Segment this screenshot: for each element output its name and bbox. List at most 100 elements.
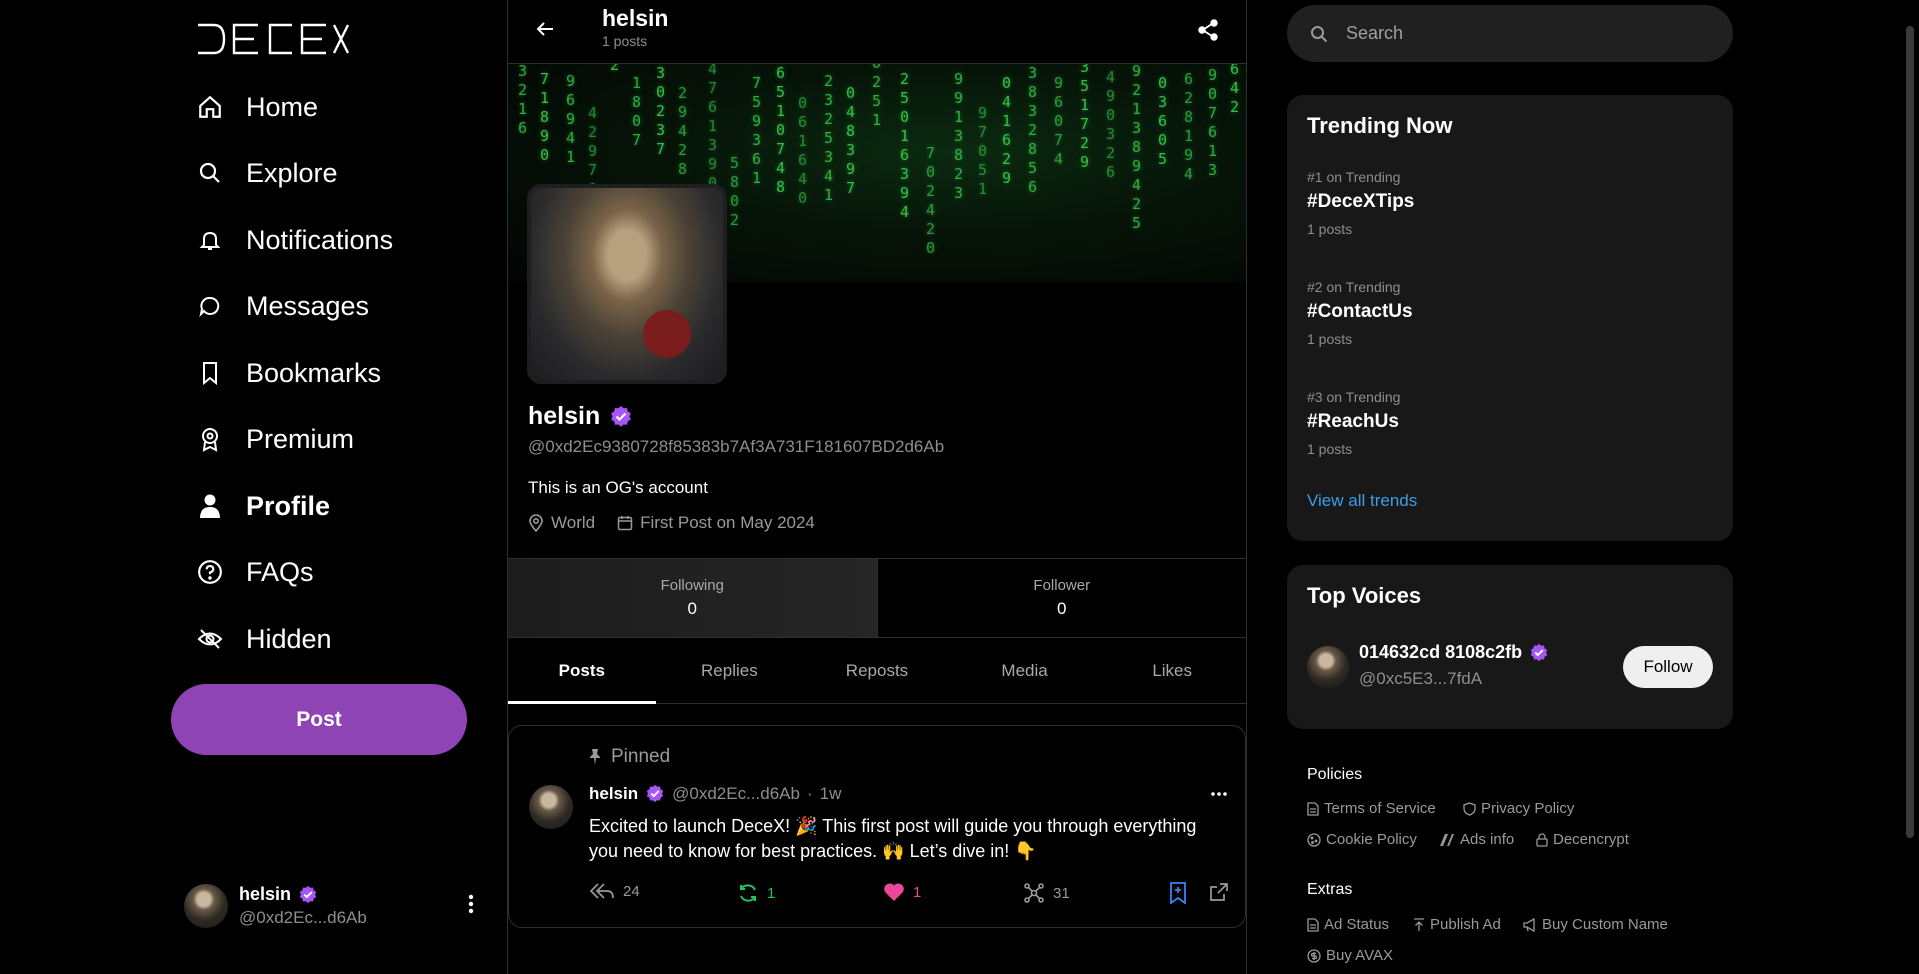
verified-icon (298, 885, 318, 905)
nav-messages[interactable]: Messages (196, 281, 369, 331)
trend-count: 1 posts (1307, 441, 1353, 457)
nav-home[interactable]: Home (196, 82, 318, 132)
repost-button[interactable]: 1 (737, 882, 775, 904)
nav-explore[interactable]: Explore (196, 148, 338, 198)
ad-status-link[interactable]: Ad Status (1307, 916, 1389, 933)
nav-label: Bookmarks (246, 357, 382, 388)
nav-bookmarks[interactable]: Bookmarks (196, 348, 381, 398)
external-share-button[interactable] (1209, 882, 1229, 902)
tab-reposts[interactable]: Reposts (803, 638, 951, 703)
pinned-indicator: Pinned (587, 746, 670, 768)
top-voice-handle: @0xc5E3...7fdA (1359, 669, 1483, 688)
search-icon (1310, 25, 1328, 43)
post-button[interactable]: Post (171, 684, 467, 755)
reply-button[interactable]: 24 (589, 882, 640, 900)
avatar (184, 884, 228, 928)
share-icon[interactable] (1196, 18, 1220, 42)
trending-title: Trending Now (1307, 113, 1453, 138)
profile-address: @0xd2Ec9380728f85383b7Af3A731F181607BD2d… (528, 437, 945, 456)
nav-notifications[interactable]: Notifications (196, 215, 393, 265)
top-voice-name[interactable]: 014632cd 8108c2fb (1359, 642, 1522, 663)
left-sidebar: Home Explore Notifications Messages Book… (0, 0, 507, 974)
chat-icon (196, 292, 224, 320)
privacy-policy-link[interactable]: Privacy Policy (1463, 800, 1574, 817)
follower-stat[interactable]: Follower 0 (878, 559, 1247, 637)
nav-faqs[interactable]: FAQs (196, 547, 314, 597)
pinned-label: Pinned (611, 746, 671, 767)
more-horizontal-icon[interactable] (1211, 792, 1227, 796)
document-icon (1307, 801, 1319, 816)
avatar[interactable] (529, 785, 573, 829)
top-voices-panel: Top Voices 014632cd 8108c2fb @0xc5E3...7… (1287, 565, 1733, 729)
buy-avax-link[interactable]: Buy AVAX (1307, 947, 1393, 964)
profile-meta: World First Post on May 2024 (528, 513, 815, 533)
more-vertical-icon[interactable] (468, 894, 474, 914)
question-icon (196, 558, 224, 586)
profile-first-post: First Post on May 2024 (640, 513, 815, 532)
cookie-policy-link[interactable]: Cookie Policy (1307, 831, 1417, 848)
shield-icon (1463, 801, 1476, 816)
tab-media[interactable]: Media (951, 638, 1099, 703)
trend-tag: #DeceXTips (1307, 191, 1415, 212)
bookmark-post-button[interactable] (1169, 882, 1187, 904)
search-input[interactable] (1346, 23, 1666, 44)
buy-custom-name-link[interactable]: Buy Custom Name (1523, 916, 1668, 933)
location-pin-icon (528, 514, 544, 532)
tab-likes[interactable]: Likes (1098, 638, 1246, 703)
account-handle: @0xd2Ec...d6Ab (239, 908, 367, 927)
post-separator: · (806, 784, 813, 803)
trend-item[interactable]: #2 on Trending #ContactUs 1 posts (1307, 279, 1413, 347)
nav-profile[interactable]: Profile (196, 481, 330, 531)
trend-item[interactable]: #1 on Trending #DeceXTips 1 posts (1307, 169, 1414, 237)
follower-label: Follower (1033, 577, 1091, 594)
profile-stats: Following 0 Follower 0 (508, 558, 1246, 638)
ads-info-link[interactable]: Ads info (1439, 831, 1514, 848)
back-arrow-icon[interactable] (534, 18, 556, 40)
tab-posts[interactable]: Posts (508, 638, 656, 704)
decencrypt-link[interactable]: Decencrypt (1536, 831, 1629, 848)
trend-rank: #1 on Trending (1307, 169, 1401, 185)
profile-header-bar: helsin 1 posts (508, 0, 1246, 64)
profile-tabs: Posts Replies Reposts Media Likes (508, 638, 1246, 704)
link-label: Terms of Service (1324, 800, 1436, 817)
tab-replies[interactable]: Replies (656, 638, 804, 703)
decex-logo[interactable] (196, 22, 350, 56)
repost-icon (737, 882, 759, 904)
nav-hidden[interactable]: Hidden (196, 614, 332, 664)
pin-icon (587, 748, 603, 766)
megaphone-icon (1523, 917, 1537, 932)
trend-rank: #3 on Trending (1307, 389, 1401, 405)
profile-name: helsin (528, 402, 633, 431)
like-button[interactable]: 1 (883, 882, 921, 902)
trend-item[interactable]: #3 on Trending #ReachUs 1 posts (1307, 389, 1400, 457)
link-label: Privacy Policy (1481, 800, 1575, 817)
link-label: Buy AVAX (1326, 947, 1393, 964)
search-bar (1287, 5, 1733, 62)
account-switcher[interactable]: helsin @0xd2Ec...d6Ab (184, 884, 474, 928)
post-author[interactable]: helsin (589, 784, 638, 804)
document-icon (1307, 917, 1319, 932)
post-text: Excited to launch DeceX! 🎉 This first po… (589, 816, 1197, 861)
profile-picture[interactable] (527, 184, 727, 384)
following-stat[interactable]: Following 0 (508, 559, 878, 637)
profile-bio: This is an OG's account (528, 478, 708, 497)
avatar[interactable] (1307, 646, 1349, 688)
account-name: helsin (239, 884, 292, 904)
publish-ad-link[interactable]: Publish Ad (1413, 916, 1501, 933)
terms-of-service-link[interactable]: Terms of Service (1307, 800, 1436, 817)
nav-label: Explore (246, 157, 338, 188)
header-post-count: 1 posts (602, 33, 648, 49)
follow-button[interactable]: Follow (1623, 646, 1713, 688)
trend-tag: #ReachUs (1307, 411, 1399, 432)
pinned-post-card[interactable]: Pinned helsin @0xd2Ec...d6Ab · 1w Excite… (508, 725, 1246, 928)
trend-rank: #2 on Trending (1307, 279, 1401, 295)
view-all-trends-link[interactable]: View all trends (1307, 491, 1417, 511)
bookmark-plus-icon (1169, 882, 1187, 904)
page-scrollbar[interactable] (1906, 26, 1914, 838)
nav-label: Hidden (246, 623, 332, 654)
nav-premium[interactable]: Premium (196, 414, 354, 464)
award-icon (196, 425, 224, 453)
like-count: 1 (913, 883, 922, 901)
views-stat[interactable]: 31 (1023, 882, 1070, 904)
extras-heading: Extras (1307, 881, 1353, 898)
